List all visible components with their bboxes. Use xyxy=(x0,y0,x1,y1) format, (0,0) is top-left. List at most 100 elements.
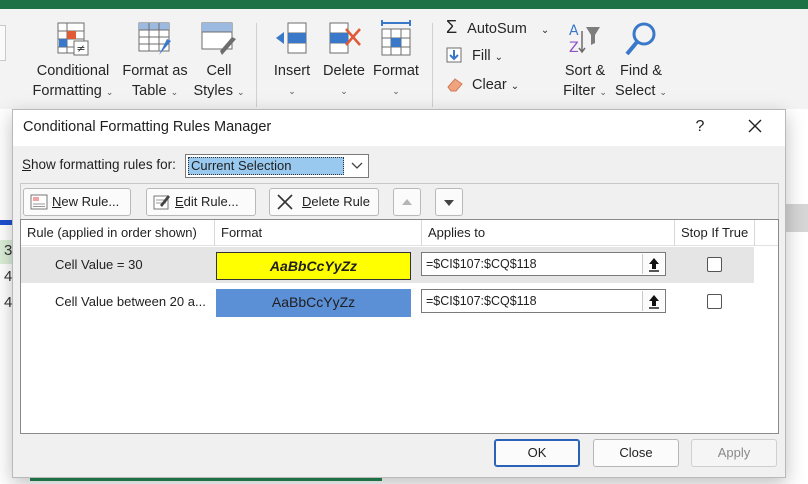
help-button[interactable]: ? xyxy=(689,116,711,138)
rules-list-header: Rule (applied in order shown) Format App… xyxy=(21,220,778,246)
edit-rule-label: dit Rule... xyxy=(183,194,239,209)
rule-row[interactable]: Cell Value = 30 AaBbCcYyZz =$CI$107:$CQ$… xyxy=(21,247,754,283)
insert-button[interactable]: Insert ⌄ xyxy=(268,19,316,101)
chevron-down-icon: ⌄ xyxy=(288,86,296,96)
sort-filter-icon: A Z xyxy=(569,23,600,56)
column-header-applies-to[interactable]: Applies to xyxy=(422,220,675,246)
insert-label: Insert xyxy=(273,63,311,79)
ribbon-separator xyxy=(432,23,433,107)
rules-scope-dropdown[interactable]: Current Selection xyxy=(185,154,369,178)
format-button[interactable]: Format ⌄ xyxy=(370,19,422,101)
format-cells-icon xyxy=(381,20,411,56)
column-header-format[interactable]: Format xyxy=(215,220,422,246)
column-header-rule[interactable]: Rule (applied in order shown) xyxy=(21,220,215,246)
rules-manager-dialog: Conditional Formatting Rules Manager ? S… xyxy=(12,109,786,478)
dialog-title: Conditional Formatting Rules Manager xyxy=(23,119,272,135)
stop-if-true-checkbox[interactable] xyxy=(707,257,722,272)
chevron-down-icon: ⌄ xyxy=(236,87,245,97)
collapse-range-button[interactable] xyxy=(642,254,664,274)
edit-rule-icon xyxy=(153,195,170,210)
edit-rule-button[interactable]: Edit Rule... xyxy=(146,188,256,216)
sigma-icon: Σ xyxy=(446,17,458,37)
chevron-down-icon: ⌄ xyxy=(494,52,503,63)
edit-rule-accelerator: E xyxy=(175,194,184,209)
delete-x-icon xyxy=(277,194,293,210)
rules-scope-value: Current Selection xyxy=(188,157,344,175)
ok-button[interactable]: OK xyxy=(494,439,580,467)
cell-styles-icon xyxy=(201,22,236,55)
new-rule-label: ew Rule... xyxy=(61,194,120,209)
delete-rule-accelerator: D xyxy=(302,194,312,209)
delete-button[interactable]: Delete ⌄ xyxy=(320,19,368,101)
cell-styles-button[interactable]: Cell Styles ⌄ xyxy=(190,19,248,102)
chevron-down-icon: ⌄ xyxy=(599,87,607,97)
chevron-down-icon: ⌄ xyxy=(170,87,179,97)
rule-row[interactable]: Cell Value between 20 a... AaBbCcYyZz =$… xyxy=(21,284,754,320)
fill-button[interactable]: Fill ⌄ xyxy=(446,46,503,68)
move-down-button[interactable] xyxy=(435,188,463,216)
new-rule-icon xyxy=(30,194,48,210)
rule-description: Cell Value = 30 xyxy=(55,257,143,272)
applies-to-value: =$CI$107:$CQ$118 xyxy=(426,257,537,271)
dialog-titlebar: Conditional Formatting Rules Manager ? xyxy=(13,110,785,146)
show-label-accelerator: S xyxy=(22,157,32,172)
conditional-formatting-label-1: Conditional xyxy=(36,63,110,79)
insert-cells-icon xyxy=(276,22,307,54)
eraser-icon xyxy=(447,78,463,92)
delete-label: Delete xyxy=(323,63,365,79)
delete-rule-label: elete Rule xyxy=(311,194,370,209)
ribbon-edge-button[interactable] xyxy=(0,25,6,61)
chevron-down-icon: ⌄ xyxy=(540,25,550,36)
delete-rule-button[interactable]: Delete Rule xyxy=(269,188,379,216)
autosum-label: AutoSum xyxy=(467,21,527,37)
fill-label: Fill xyxy=(472,48,491,64)
applies-to-input[interactable]: =$CI$107:$CQ$118 xyxy=(421,289,666,313)
apply-button[interactable]: Apply xyxy=(691,439,777,467)
new-rule-button[interactable]: New Rule... xyxy=(23,188,131,216)
clear-label: Clear xyxy=(472,77,507,93)
delete-cells-icon xyxy=(329,22,361,54)
conditional-formatting-button[interactable]: ≠ Conditional Formatting ⌄ xyxy=(26,19,120,102)
upload-arrow-icon xyxy=(649,258,659,272)
show-rules-for-label: Show formatting rules for: xyxy=(22,157,176,172)
conditional-formatting-label-2: Formatting xyxy=(32,83,102,99)
move-up-button[interactable] xyxy=(393,188,421,216)
title-bar-strip xyxy=(0,0,808,9)
format-label: Format xyxy=(373,63,419,79)
find-select-label-2: Select xyxy=(615,83,656,99)
chevron-down-icon: ⌄ xyxy=(510,81,520,92)
autosum-button[interactable]: Σ AutoSum ⌄ xyxy=(446,17,549,41)
worksheet-selection-edge xyxy=(30,478,382,481)
format-as-table-button[interactable]: Format as Table ⌄ xyxy=(119,19,191,102)
sort-filter-label-2: Filter xyxy=(563,83,596,99)
collapse-range-button[interactable] xyxy=(642,291,664,311)
applies-to-value: =$CI$107:$CQ$118 xyxy=(426,294,537,308)
column-header-stop-if-true[interactable]: Stop If True xyxy=(675,220,755,246)
sort-filter-label-1: Sort & xyxy=(564,63,606,79)
close-icon xyxy=(748,119,762,133)
chevron-down-icon: ⌄ xyxy=(392,86,400,96)
find-select-button[interactable]: Find & Select ⌄ xyxy=(612,19,670,102)
ribbon: ≠ Conditional Formatting ⌄ Format as Tab… xyxy=(0,9,808,109)
upload-arrow-icon xyxy=(649,295,659,309)
format-preview: AaBbCcYyZz xyxy=(216,289,411,317)
sort-filter-button[interactable]: A Z Sort & Filter ⌄ xyxy=(556,19,614,102)
cell-styles-label-2: Styles xyxy=(193,83,233,99)
close-button[interactable]: Close xyxy=(593,439,679,467)
new-rule-accelerator: N xyxy=(52,194,62,209)
stop-if-true-checkbox[interactable] xyxy=(707,294,722,309)
magnifier-icon xyxy=(625,22,656,56)
triangle-down-icon xyxy=(444,200,454,206)
format-preview: AaBbCcYyZz xyxy=(216,252,411,280)
chevron-down-icon xyxy=(351,162,363,169)
triangle-up-icon xyxy=(402,199,412,205)
close-dialog-button[interactable] xyxy=(741,114,769,140)
format-as-table-label-1: Format as xyxy=(122,63,188,79)
applies-to-input[interactable]: =$CI$107:$CQ$118 xyxy=(421,252,666,276)
chevron-down-icon: ⌄ xyxy=(340,86,348,96)
clear-button[interactable]: Clear ⌄ xyxy=(446,75,519,97)
show-label-text: how formatting rules for: xyxy=(31,157,176,172)
svg-text:Z: Z xyxy=(569,40,579,56)
rules-toolbar: New Rule... Edit Rule... Delete Rule xyxy=(20,183,779,219)
svg-text:A: A xyxy=(569,23,579,39)
